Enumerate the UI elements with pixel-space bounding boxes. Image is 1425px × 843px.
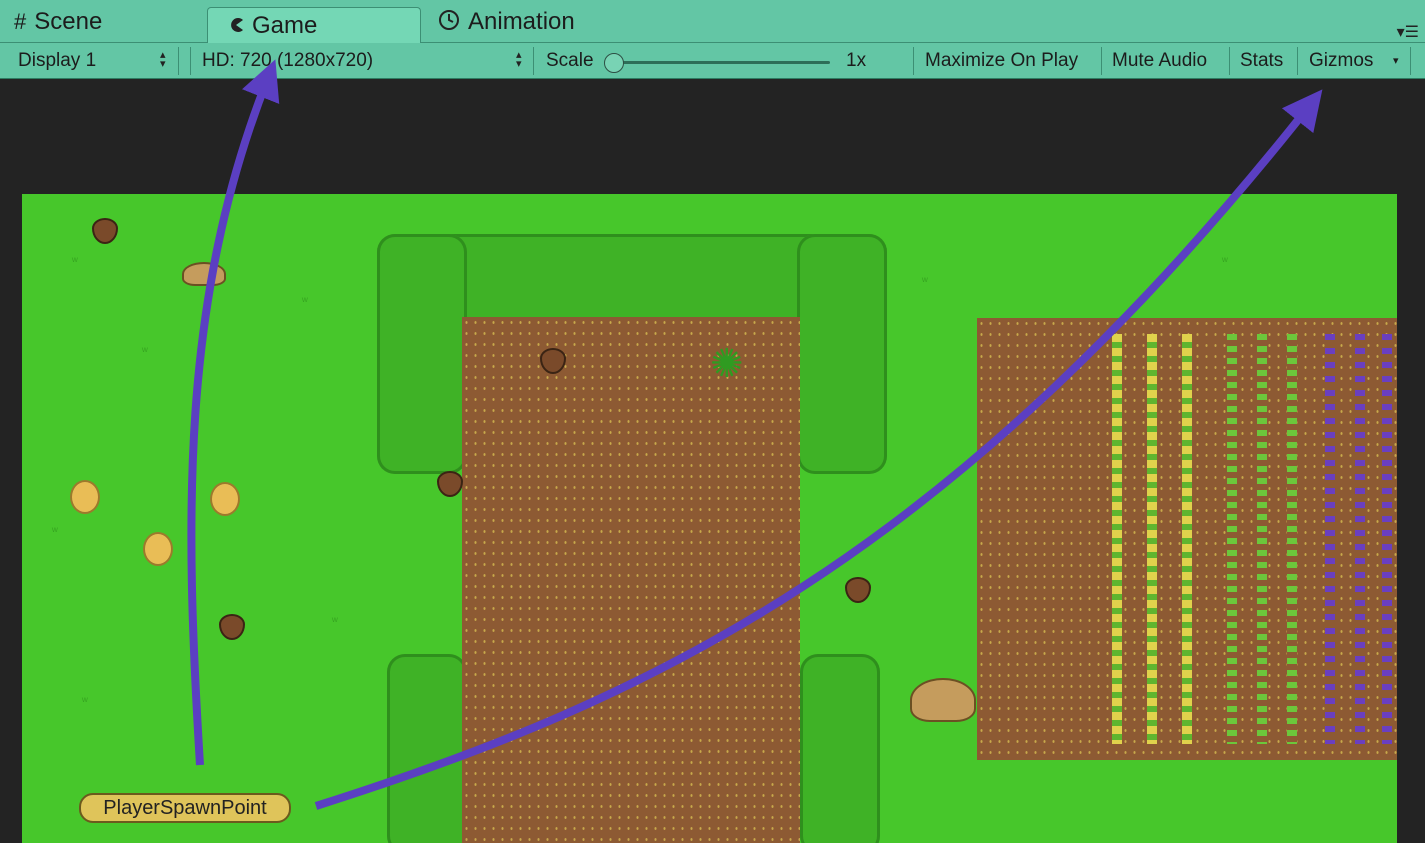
display-dropdown-arrows-icon: ▴ ▾ (160, 49, 166, 70)
gizmos-chevron-icon[interactable]: ▾ (1393, 43, 1399, 78)
game-render: ʷ ʷ ʷ ʷ ʷ ʷ ʷ ʷ ʷ ✺ (22, 194, 1397, 843)
toolbar-divider (913, 47, 914, 75)
rock-sprite (182, 262, 226, 286)
toolbar-divider (190, 47, 191, 75)
toolbar-divider (1297, 47, 1298, 75)
nut-sprite (845, 577, 871, 603)
toolbar-divider (178, 47, 179, 75)
tab-game-label: Game (252, 12, 318, 39)
gizmos-dropdown[interactable]: Gizmos (1309, 43, 1373, 78)
nut-sprite (219, 614, 245, 640)
coin-sprite (143, 532, 173, 566)
nut-sprite (437, 471, 463, 497)
coin-sprite (210, 482, 240, 516)
tab-game[interactable]: Game (207, 7, 421, 44)
crop-row-eggplant (1382, 334, 1392, 744)
stats-button[interactable]: Stats (1240, 43, 1283, 78)
grass-tuft: ʷ (72, 254, 78, 268)
plant-sprite: ✺ (710, 342, 744, 386)
hedge-left (377, 234, 467, 474)
rock-sprite (910, 678, 976, 722)
stats-label: Stats (1240, 49, 1284, 71)
grass-tuft: ʷ (1222, 254, 1228, 268)
scale-slider-track[interactable] (612, 61, 830, 64)
dirt-path (462, 317, 800, 843)
toolbar-divider (1229, 47, 1230, 75)
tab-scene-label: Scene (34, 7, 103, 35)
crop-row-eggplant (1355, 334, 1365, 744)
scale-slider-thumb[interactable] (604, 53, 624, 73)
crop-row-corn (1182, 334, 1192, 744)
mute-audio-button[interactable]: Mute Audio (1112, 43, 1207, 78)
mute-audio-label: Mute Audio (1112, 49, 1208, 71)
clock-icon (438, 9, 460, 35)
toolbar-divider (1410, 47, 1411, 75)
grass-tuft: ʷ (922, 274, 928, 288)
grass-tuft: ʷ (82, 694, 88, 708)
coin-sprite (70, 480, 100, 514)
grass-tuft: ʷ (332, 614, 338, 628)
tab-animation[interactable]: Animation (438, 0, 618, 43)
tab-animation-label: Animation (468, 7, 575, 35)
crop-row-corn (1112, 334, 1122, 744)
scale-value-text: 1x (846, 49, 867, 71)
resolution-dropdown[interactable]: HD: 720 (1280x720) (202, 43, 373, 78)
display-dropdown-value: Display 1 (18, 49, 97, 71)
hedge-left-lower (387, 654, 467, 843)
grass-tuft: ʷ (52, 524, 58, 538)
hedge-right (797, 234, 887, 474)
resolution-dropdown-arrows-icon: ▴ ▾ (516, 49, 522, 70)
resolution-dropdown-value: HD: 720 (1280x720) (202, 49, 374, 71)
player-spawn-point-label[interactable]: PlayerSpawnPoint (79, 793, 291, 823)
toolbar-divider (533, 47, 534, 75)
panel-menu-icon[interactable]: ▾☰ (1397, 22, 1419, 42)
scale-value: 1x (846, 43, 866, 78)
crop-row-eggplant (1325, 334, 1335, 744)
scale-label: Scale (546, 43, 594, 78)
grass-tuft: ʷ (302, 294, 308, 308)
crop-row-greens (1257, 334, 1267, 744)
crop-row-corn (1147, 334, 1157, 744)
maximize-on-play-label: Maximize On Play (925, 49, 1079, 71)
scale-label-text: Scale (546, 49, 594, 71)
display-dropdown[interactable]: Display 1 (18, 43, 96, 78)
hedge-right-lower (800, 654, 880, 843)
grass-tuft: ʷ (142, 344, 148, 358)
pacman-icon (228, 15, 244, 37)
grid-icon: # (14, 8, 27, 34)
crop-row-greens (1287, 334, 1297, 744)
maximize-on-play-button[interactable]: Maximize On Play (925, 43, 1078, 78)
crop-row-greens (1227, 334, 1237, 744)
toolbar-divider (1101, 47, 1102, 75)
gizmos-label: Gizmos (1309, 49, 1374, 71)
game-toolbar: Display 1 ▴ ▾ HD: 720 (1280x720) ▴ ▾ Scale… (0, 43, 1425, 79)
nut-sprite (92, 218, 118, 244)
player-spawn-point-text: PlayerSpawnPoint (103, 796, 267, 819)
tab-scene[interactable]: # Scene (10, 0, 200, 43)
editor-tab-bar: # Scene Game Animation ▾☰ (0, 0, 1425, 44)
